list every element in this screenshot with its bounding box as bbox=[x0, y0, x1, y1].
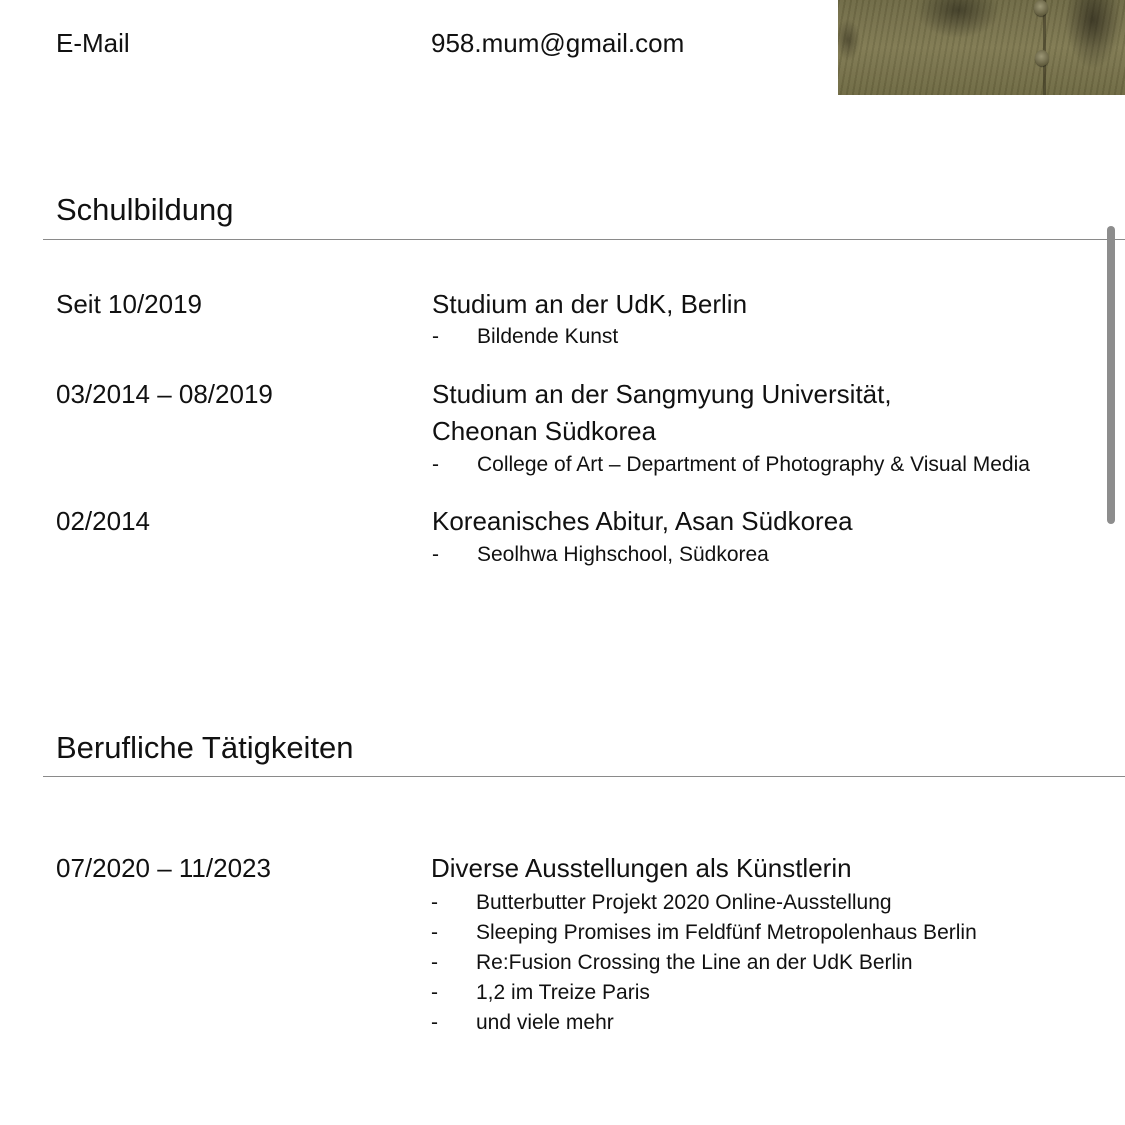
cv-page: E-Mail 958.mum@gmail.com Schulbildung Se… bbox=[0, 0, 1125, 1125]
education-title: Koreanisches Abitur, Asan Südkorea bbox=[432, 506, 853, 536]
bullet-text: College of Art – Department of Photograp… bbox=[477, 453, 1030, 476]
bullet-text: Butterbutter Projekt 2020 Online-Ausstel… bbox=[476, 891, 892, 914]
education-date: 02/2014 bbox=[56, 506, 150, 536]
bullet-marker: - bbox=[432, 325, 439, 348]
bullet-marker: - bbox=[431, 891, 438, 914]
education-title-continued: Cheonan Südkorea bbox=[432, 416, 657, 446]
bullet-text: Re:Fusion Crossing the Line an der UdK B… bbox=[476, 951, 913, 974]
bullet-text: Bildende Kunst bbox=[477, 325, 619, 348]
bullet-text: Seolhwa Highschool, Südkorea bbox=[477, 543, 769, 566]
education-title: Studium an der Sangmyung Universität, bbox=[432, 379, 892, 409]
vertical-scrollbar[interactable] bbox=[1107, 226, 1115, 524]
bullet-text: Sleeping Promises im Feldfünf Metropolen… bbox=[476, 921, 977, 944]
bullet-marker: - bbox=[432, 453, 439, 476]
email-label: E-Mail bbox=[56, 28, 130, 58]
education-title: Studium an der UdK, Berlin bbox=[432, 289, 748, 319]
jacket-button bbox=[1034, 0, 1048, 16]
portrait-photo bbox=[838, 0, 1125, 95]
bullet-marker: - bbox=[431, 921, 438, 944]
education-date: Seit 10/2019 bbox=[56, 289, 203, 319]
email-value: 958.mum@gmail.com bbox=[431, 28, 685, 58]
section-divider bbox=[43, 776, 1125, 777]
bullet-text: und viele mehr bbox=[476, 1011, 614, 1034]
work-date: 07/2020 – 11/2023 bbox=[56, 853, 271, 883]
jacket-button bbox=[1035, 50, 1049, 66]
education-date: 03/2014 – 08/2019 bbox=[56, 379, 273, 409]
bullet-marker: - bbox=[431, 981, 438, 1004]
bullet-text: 1,2 im Treize Paris bbox=[476, 981, 650, 1004]
bullet-marker: - bbox=[432, 543, 439, 566]
work-title: Diverse Ausstellungen als Künstlerin bbox=[431, 853, 852, 883]
section-heading-education: Schulbildung bbox=[56, 192, 234, 227]
bullet-marker: - bbox=[431, 951, 438, 974]
section-divider bbox=[43, 239, 1125, 240]
bullet-marker: - bbox=[431, 1011, 438, 1034]
section-heading-work: Berufliche Tätigkeiten bbox=[56, 730, 354, 765]
